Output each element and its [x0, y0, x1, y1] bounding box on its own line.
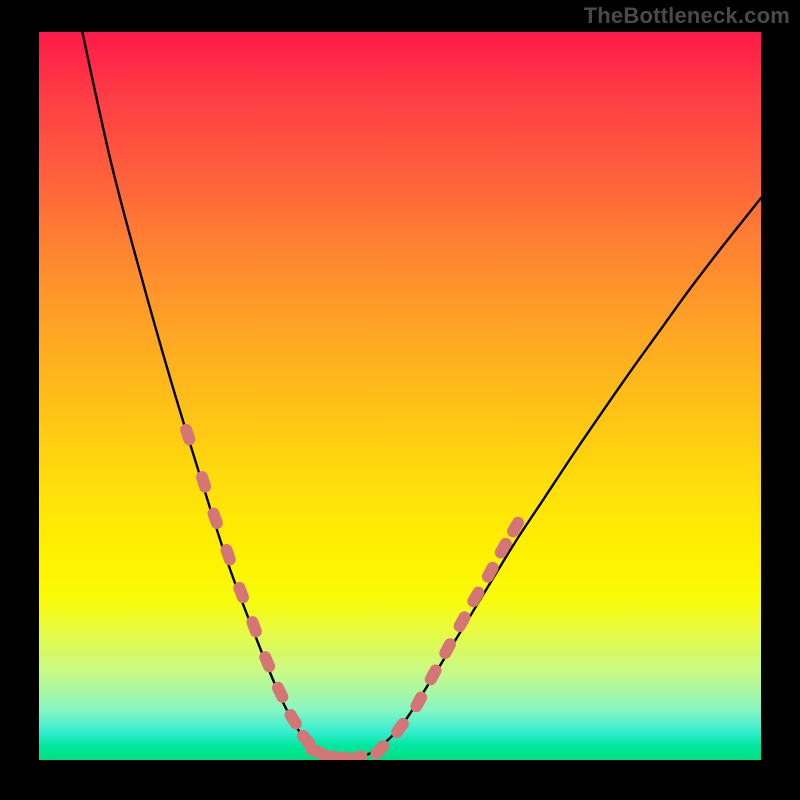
- curve-marker: [179, 422, 197, 447]
- chart-svg: [39, 32, 761, 760]
- curve-marker: [270, 680, 290, 705]
- curve-marker: [206, 506, 225, 531]
- marker-group: [179, 422, 527, 760]
- watermark-text: TheBottleneck.com: [584, 3, 790, 29]
- curve-marker: [195, 470, 213, 495]
- curve-marker: [465, 584, 486, 609]
- curve-marker: [282, 707, 304, 732]
- plot-area: [39, 32, 761, 760]
- chart-outer-frame: TheBottleneck.com: [0, 0, 800, 800]
- curve-marker: [452, 609, 473, 634]
- curve-marker: [257, 649, 277, 674]
- bottleneck-curve: [82, 32, 761, 759]
- curve-marker: [505, 515, 526, 540]
